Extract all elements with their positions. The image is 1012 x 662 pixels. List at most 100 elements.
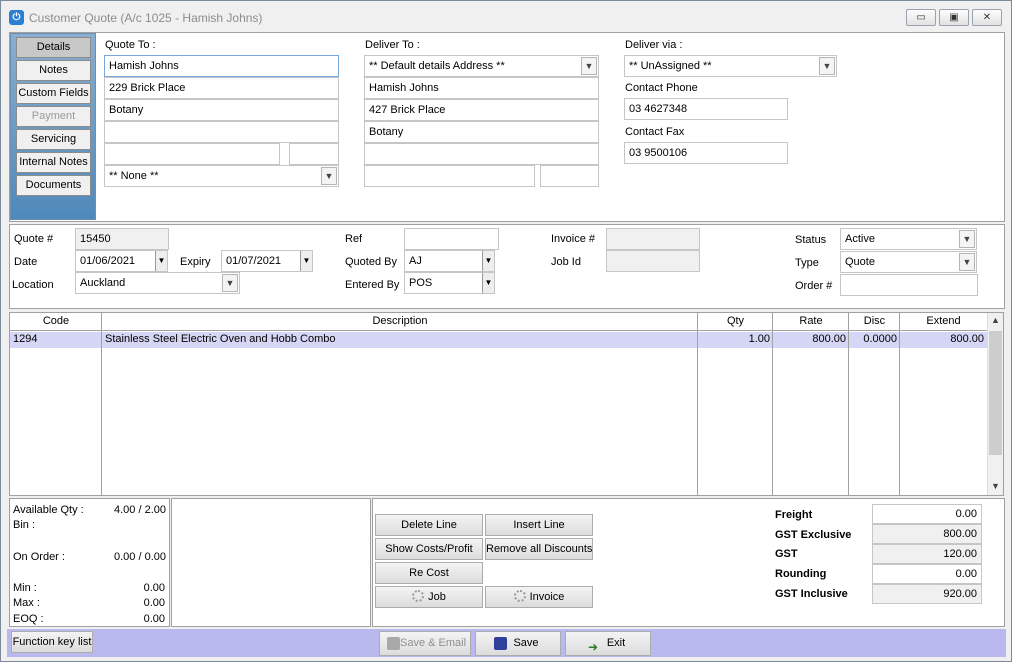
chevron-down-icon[interactable]: ▼ xyxy=(959,253,975,271)
chevron-down-icon[interactable]: ▼ xyxy=(482,251,494,271)
invoice-button[interactable]: Invoice xyxy=(485,586,593,608)
chevron-down-icon[interactable]: ▼ xyxy=(991,481,1000,491)
rounding-field[interactable]: 0.00 xyxy=(872,564,982,584)
deliver-via-value: ** UnAssigned ** xyxy=(629,60,712,72)
column-divider xyxy=(848,313,849,495)
deliver-address-select[interactable]: ** Default details Address ** ▼ xyxy=(364,55,599,77)
minimize-button[interactable]: ▭ xyxy=(906,9,936,26)
quoted-by-select[interactable]: AJ ▼ xyxy=(404,250,495,272)
entered-by-select[interactable]: POS ▼ xyxy=(404,272,495,294)
column-header-disc[interactable]: Disc xyxy=(849,313,900,331)
expiry-label: Expiry xyxy=(180,256,211,268)
chevron-down-icon[interactable]: ▼ xyxy=(222,274,238,292)
chevron-down-icon[interactable]: ▼ xyxy=(819,57,835,75)
insert-line-button[interactable]: Insert Line xyxy=(485,514,593,536)
bin-label: Bin : xyxy=(13,519,36,531)
chevron-down-icon[interactable]: ▼ xyxy=(482,273,494,293)
gst-label: GST xyxy=(775,548,798,560)
blank-info-panel xyxy=(171,498,371,627)
function-key-list-button[interactable]: Function key list xyxy=(11,631,93,653)
deliver-postcode-field[interactable] xyxy=(540,165,599,187)
close-button[interactable]: ✕ xyxy=(972,9,1002,26)
contact-phone-field[interactable]: 03 4627348 xyxy=(624,98,788,120)
location-select[interactable]: Auckland ▼ xyxy=(75,272,240,294)
cell-extend: 800.00 xyxy=(950,333,984,345)
tab-documents[interactable]: Documents xyxy=(16,175,91,196)
available-qty-label: Available Qty : xyxy=(13,504,84,516)
gst-exclusive-field: 800.00 xyxy=(872,524,982,544)
quote-to-name-field[interactable]: Hamish Johns xyxy=(104,55,339,77)
quote-to-region-select[interactable]: ** None ** ▼ xyxy=(104,165,339,187)
max-label: Max : xyxy=(13,597,40,609)
type-value: Quote xyxy=(845,256,875,268)
column-header-description[interactable]: Description xyxy=(102,313,698,331)
power-icon: ⏻ xyxy=(9,10,24,25)
deliver-address1-field[interactable]: 427 Brick Place xyxy=(364,99,599,121)
tab-notes[interactable]: Notes xyxy=(16,60,91,81)
column-divider xyxy=(899,313,900,495)
show-costs-profit-button[interactable]: Show Costs/Profit xyxy=(375,538,483,560)
column-header-rate[interactable]: Rate xyxy=(773,313,849,331)
contact-phone-label: Contact Phone xyxy=(625,82,698,94)
tab-details[interactable]: Details xyxy=(16,37,91,58)
column-header-code[interactable]: Code xyxy=(10,313,102,331)
quote-to-city-field[interactable] xyxy=(104,143,280,165)
date-picker[interactable]: 01/06/2021 ▼ xyxy=(75,250,168,272)
deliver-address3-field[interactable] xyxy=(364,143,599,165)
chevron-down-icon[interactable]: ▼ xyxy=(300,251,312,271)
column-header-qty[interactable]: Qty xyxy=(698,313,773,331)
type-label: Type xyxy=(795,257,819,269)
deliver-via-select[interactable]: ** UnAssigned ** ▼ xyxy=(624,55,837,77)
date-label: Date xyxy=(14,256,38,268)
quote-to-address3-field[interactable] xyxy=(104,121,339,143)
expiry-picker[interactable]: 01/07/2021 ▼ xyxy=(221,250,313,272)
location-value: Auckland xyxy=(80,277,126,289)
contact-fax-field[interactable]: 03 9500106 xyxy=(624,142,788,164)
job-button-label: Job xyxy=(428,591,446,603)
chevron-up-icon[interactable]: ▲ xyxy=(991,315,1000,325)
delete-line-button[interactable]: Delete Line xyxy=(375,514,483,536)
tab-custom-fields[interactable]: Custom Fields xyxy=(16,83,91,104)
quote-to-address1-field[interactable]: 229 Brick Place xyxy=(104,77,339,99)
tab-servicing[interactable]: Servicing xyxy=(16,129,91,150)
tab-payment[interactable]: Payment xyxy=(16,106,91,127)
remove-all-discounts-button[interactable]: Remove all Discounts xyxy=(485,538,593,560)
invoice-button-label: Invoice xyxy=(529,591,565,603)
order-number-label: Order # xyxy=(795,280,833,292)
deliver-address2-field[interactable]: Botany xyxy=(364,121,599,143)
tab-internal-notes[interactable]: Internal Notes xyxy=(16,152,91,173)
chevron-down-icon[interactable]: ▼ xyxy=(321,167,337,185)
table-row[interactable]: 1294 Stainless Steel Electric Oven and H… xyxy=(10,332,987,348)
quote-to-postcode-field[interactable] xyxy=(289,143,339,165)
order-number-field[interactable] xyxy=(840,274,978,296)
job-button[interactable]: Job xyxy=(375,586,483,608)
cell-disc: 0.0000 xyxy=(863,333,897,345)
cell-code: 1294 xyxy=(13,333,38,345)
re-cost-button[interactable]: Re Cost xyxy=(375,562,483,584)
status-select[interactable]: Active ▼ xyxy=(840,228,977,250)
deliver-city-field[interactable] xyxy=(364,165,535,187)
save-button[interactable]: Save xyxy=(475,631,561,656)
gst-exclusive-label: GST Exclusive xyxy=(775,529,852,541)
scrollbar-thumb[interactable] xyxy=(989,331,1002,455)
ref-field[interactable] xyxy=(404,228,499,250)
quote-to-address2-field[interactable]: Botany xyxy=(104,99,339,121)
freight-field[interactable]: 0.00 xyxy=(872,504,982,524)
chevron-down-icon[interactable]: ▼ xyxy=(581,57,597,75)
date-value: 01/06/2021 xyxy=(80,255,136,267)
maximize-button[interactable]: ▣ xyxy=(939,9,969,26)
footer-bar: Function key list Save & Email Save ➜ Ex… xyxy=(7,629,1006,657)
grid-scrollbar[interactable]: ▲ ▼ xyxy=(987,313,1003,495)
chevron-down-icon[interactable]: ▼ xyxy=(155,251,167,271)
save-email-button[interactable]: Save & Email xyxy=(379,631,471,656)
entered-by-value: POS xyxy=(409,277,433,289)
type-select[interactable]: Quote ▼ xyxy=(840,251,977,273)
column-header-extend[interactable]: Extend xyxy=(900,313,987,331)
entered-by-label: Entered By xyxy=(345,279,400,291)
on-order-label: On Order : xyxy=(13,551,65,563)
deliver-name-field[interactable]: Hamish Johns xyxy=(364,77,599,99)
chevron-down-icon[interactable]: ▼ xyxy=(959,230,975,248)
customer-quote-window: ⏻ Customer Quote (A/c 1025 - Hamish John… xyxy=(0,0,1012,662)
exit-button[interactable]: ➜ Exit xyxy=(565,631,651,656)
deliver-via-label: Deliver via : xyxy=(625,39,683,51)
